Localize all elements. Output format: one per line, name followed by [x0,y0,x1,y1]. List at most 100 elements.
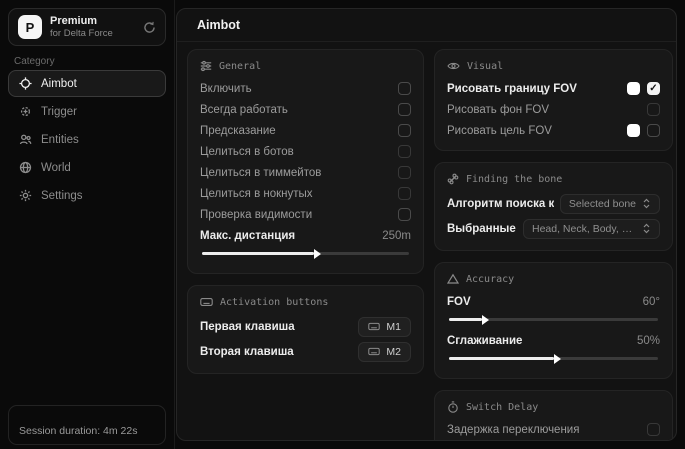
content: General Включить Всегда работать Предска… [177,42,676,441]
sidebar-item-label: World [41,162,71,174]
checkbox-visibility-check[interactable] [398,208,411,221]
toggle-label: Проверка видимости [200,209,312,221]
slider-row: Сглаживание 50% [447,330,660,351]
brand-card: P Premium for Delta Force [8,8,166,46]
sidebar-item-label: Aimbot [41,78,77,90]
slider-label: Сглаживание [447,335,522,347]
panel-activation-buttons: Activation buttons Первая клавиша M1 [187,285,424,374]
checkbox-prediction[interactable] [398,124,411,137]
toggle-row: Задержка переключения [447,419,660,440]
stopwatch-icon [447,401,459,413]
visual-label: Рисовать границу FOV [447,83,577,95]
color-swatch-fov-border[interactable] [627,82,640,95]
sidebar-item-trigger[interactable]: Trigger [8,98,166,125]
toggle-row: Всегда работать [200,99,411,120]
keybind-row: Первая клавиша M1 [200,314,411,339]
sidebar: P Premium for Delta Force Category Aimbo… [0,0,175,449]
panel-switch-delay: Switch Delay Задержка переключения Задер… [434,390,673,441]
dropdown-row: Алгоритм поиска костей Selected bone [447,191,660,216]
keybind-label: Первая клавиша [200,321,295,333]
toggle-row: Целиться в тиммейтов [200,162,411,183]
toggle-row: Проверка видимости [200,204,411,225]
brand-logo: P [18,15,42,39]
keybind-row: Вторая клавиша M2 [200,339,411,364]
slider-label: FOV [447,296,471,308]
eye-icon [447,60,460,72]
globe-icon [19,161,32,174]
bone-algorithm-select[interactable]: Selected bone [560,194,660,214]
selected-bones-select[interactable]: Head, Neck, Body, Pe.. [523,219,660,239]
checkbox-draw-fov-background[interactable] [647,103,660,116]
checkbox-target-teammates[interactable] [398,166,411,179]
triangle-icon [447,273,459,285]
slider-thumb[interactable] [482,315,489,325]
toggle-label: Всегда работать [200,104,288,116]
visual-row: Рисовать границу FOV ✓ [447,78,660,99]
panel-finding-bone-title: Finding the bone [447,173,660,185]
session-duration-label: Session duration: 4m 22s [19,425,137,437]
panel-accuracy-title: Accuracy [447,273,660,285]
dropdown-label: Алгоритм поиска костей [447,198,554,210]
dropdown-label: Выбранные кости [447,223,517,235]
visual-row: Рисовать цель FOV [447,120,660,141]
brand-subtitle: for Delta Force [50,28,113,40]
sidebar-nav: Aimbot Trigger Entities [8,70,166,210]
keybind-label: Вторая клавиша [200,346,294,358]
checkbox-enable[interactable] [398,82,411,95]
slider-row: Задержка переключения (мс) 1000 ms [447,440,660,441]
sidebar-item-label: Entities [41,134,79,146]
toggle-label: Целиться в ботов [200,146,294,158]
chevron-up-down-icon [642,198,651,209]
category-label: Category [14,56,55,67]
slider-row: FOV 60° [447,291,660,312]
page-title: Aimbot [197,18,240,32]
toggle-label: Предсказание [200,125,276,137]
panel-general: General Включить Всегда работать Предска… [187,49,424,274]
sidebar-item-settings[interactable]: Settings [8,182,166,209]
toggle-label: Целиться в тиммейтов [200,167,321,179]
smoothing-slider[interactable] [449,357,658,360]
panel-finding-bone: Finding the bone Алгоритм поиска костей … [434,162,673,251]
chevron-up-down-icon [642,223,651,234]
checkbox-draw-fov-target[interactable] [647,124,660,137]
toggle-row: Предсказание [200,120,411,141]
toggle-label: Задержка переключения [447,424,579,436]
panel-general-title: General [200,60,411,72]
keyboard-icon [200,296,213,308]
column-right: Visual Рисовать границу FOV ✓ Рисовать ф… [434,49,673,441]
slider-thumb[interactable] [314,249,321,259]
checkbox-target-bots[interactable] [398,145,411,158]
sidebar-item-label: Trigger [41,106,77,118]
sidebar-item-aimbot[interactable]: Aimbot [8,70,166,97]
checkbox-draw-fov-border[interactable]: ✓ [647,82,660,95]
bone-icon [447,173,459,185]
max-distance-slider[interactable] [202,252,409,255]
slider-label: Макс. дистанция [200,230,295,242]
fov-slider[interactable] [449,318,658,321]
main-header: Aimbot [177,9,676,42]
sync-icon[interactable] [143,21,156,34]
keybind-button-primary[interactable]: M1 [358,317,411,337]
trigger-icon [19,105,32,118]
brand-title: Premium [50,15,113,28]
slider-row: Макс. дистанция 250m [200,225,411,246]
main-panel: Aimbot General Включить [176,8,677,441]
slider-value: 50% [637,335,660,347]
panel-switch-delay-title: Switch Delay [447,401,660,413]
color-swatch-fov-target[interactable] [627,124,640,137]
slider-thumb[interactable] [554,354,561,364]
slider-value: 60° [643,296,660,308]
session-duration-card: Session duration: 4m 22s [8,405,166,445]
sidebar-item-world[interactable]: World [8,154,166,181]
panel-visual: Visual Рисовать границу FOV ✓ Рисовать ф… [434,49,673,151]
checkbox-switch-delay[interactable] [647,423,660,436]
checkbox-target-knocked[interactable] [398,187,411,200]
keyboard-icon [368,346,380,357]
checkbox-always-work[interactable] [398,103,411,116]
crosshair-icon [19,77,32,90]
keybind-button-secondary[interactable]: M2 [358,342,411,362]
column-left: General Включить Всегда работать Предска… [187,49,424,385]
sidebar-item-entities[interactable]: Entities [8,126,166,153]
panel-accuracy: Accuracy FOV 60° Сглаживание 50% [434,262,673,379]
entities-icon [19,133,32,146]
